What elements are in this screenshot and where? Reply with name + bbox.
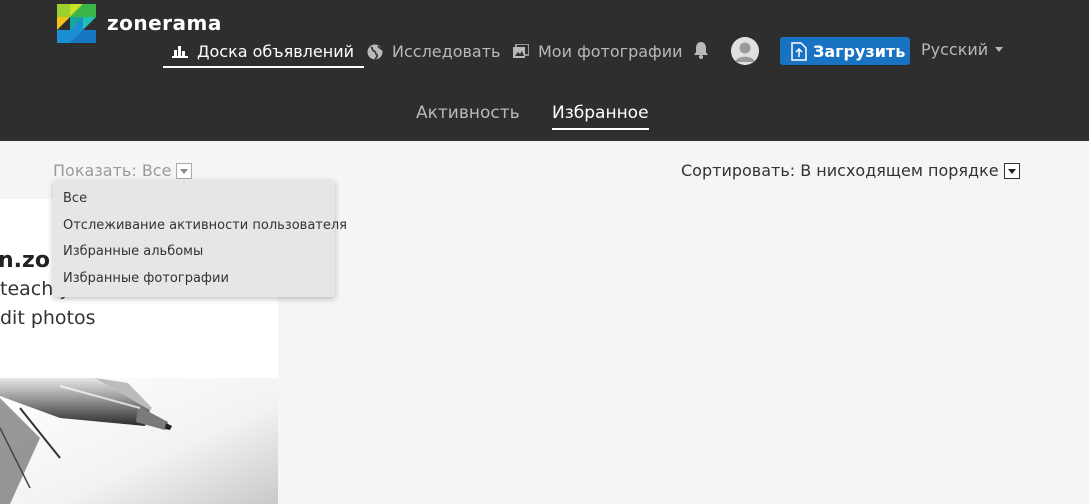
filter-option-user-activity[interactable]: Отслеживание активности пользователя: [53, 213, 347, 240]
user-avatar[interactable]: [731, 37, 759, 65]
sort-label: Сортировать: В нисходящем порядке: [681, 161, 999, 180]
nav-item-label: Исследовать: [392, 42, 501, 61]
language-label: Русский: [921, 40, 989, 59]
globe-icon: [366, 43, 384, 61]
tab-activity[interactable]: Активность: [416, 103, 520, 130]
filter-dropdown-menu: Все Отслеживание активности пользователя…: [53, 180, 347, 297]
nav-item-label: Доска объявлений: [197, 41, 354, 61]
notifications-bell-icon[interactable]: [693, 41, 711, 61]
photos-icon: [512, 43, 530, 61]
language-selector[interactable]: Русский: [921, 40, 1004, 59]
card-image-pen[interactable]: [0, 378, 278, 504]
filter-option-favorite-albums[interactable]: Избранные альбомы: [53, 239, 335, 266]
upload-icon: [791, 41, 807, 61]
sort-control[interactable]: Сортировать: В нисходящем порядке: [681, 161, 1020, 180]
nav-item-dashboard[interactable]: Доска объявлений: [163, 36, 364, 68]
chevron-down-icon: [995, 47, 1004, 52]
nav-item-label: Мои фотографии: [538, 42, 683, 61]
top-header: zonerama Доска объявлений Исследовать Мо…: [0, 0, 1089, 141]
filter-show[interactable]: Показать: Все: [53, 161, 193, 180]
upload-button[interactable]: Загрузить: [780, 37, 910, 65]
bar-chart-icon: [171, 42, 189, 60]
upload-label: Загрузить: [813, 41, 906, 61]
nav-item-my-photos[interactable]: Мои фотографии: [512, 36, 683, 67]
chevron-down-icon[interactable]: [1003, 162, 1020, 179]
filter-show-label: Показать: Все: [53, 161, 172, 180]
card-title: n.zo: [0, 248, 50, 273]
nav-item-explore[interactable]: Исследовать: [366, 36, 500, 67]
sub-nav: Активность Избранное: [0, 103, 1089, 133]
filter-option-favorite-photos[interactable]: Избранные фотографии: [53, 266, 335, 293]
tab-favorites[interactable]: Избранное: [552, 103, 649, 130]
filter-option-all[interactable]: Все: [53, 186, 335, 213]
chevron-down-icon[interactable]: [176, 162, 193, 179]
brand-name: zonerama: [107, 10, 222, 35]
card-text-line: dit photos: [0, 307, 96, 329]
